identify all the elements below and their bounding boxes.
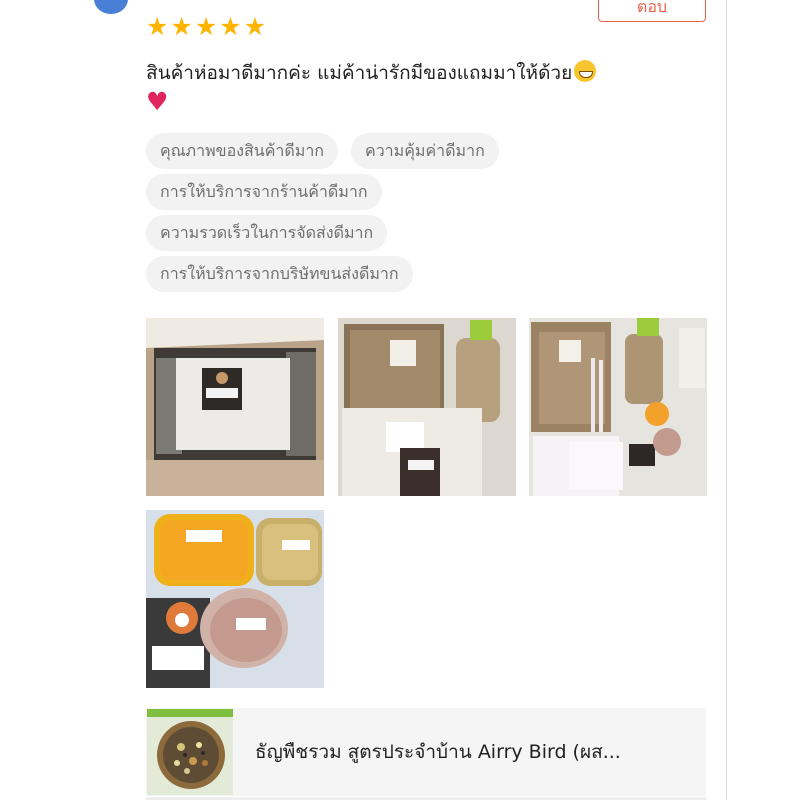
star-icon: ★ [194, 12, 218, 41]
product-thumbnail [147, 709, 233, 795]
panel-divider [726, 0, 727, 800]
reviewer-avatar[interactable] [94, 0, 128, 14]
red-heart-icon: ♥ [146, 87, 169, 116]
review-photo[interactable] [529, 318, 707, 496]
star-icon: ★ [146, 12, 169, 41]
star-rating: ★ ★ ★ ★ ★ [146, 14, 266, 40]
review-photo[interactable] [338, 318, 516, 496]
product-link-card[interactable]: ธัญพืชรวม สูตรประจำบ้าน Airry Bird (ผส..… [146, 708, 706, 796]
review-tag: คุณภาพของสินค้าดีมาก [146, 133, 338, 169]
product-name: ธัญพืชรวม สูตรประจำบ้าน Airry Bird (ผส..… [255, 741, 621, 763]
review-tag: การให้บริการจากบริษัทขนส่งดีมาก [146, 256, 413, 292]
star-icon: ★ [170, 12, 193, 41]
star-icon: ★ [243, 12, 267, 41]
review-photo[interactable] [146, 318, 324, 496]
review-comment-text: สินค้าห่อมาดีมากค่ะ แม่ค้าน่ารักมีของแถม… [146, 62, 573, 84]
review-tag: การให้บริการจากร้านค้าดีมาก [146, 174, 382, 210]
review-tag: ความคุ้มค่าดีมาก [350, 133, 499, 169]
review-tags: คุณภาพของสินค้าดีมาก ความคุ้มค่าดีมาก กา… [146, 133, 716, 297]
review-photo[interactable] [146, 510, 324, 688]
review-comment: สินค้าห่อมาดีมากค่ะ แม่ค้าน่ารักมีของแถม… [146, 58, 701, 116]
grinning-face-icon [574, 60, 597, 82]
review-tag: ความรวดเร็วในการจัดส่งดีมาก [146, 215, 388, 251]
reply-button[interactable]: ตอบ [598, 0, 706, 22]
star-icon: ★ [219, 12, 242, 41]
